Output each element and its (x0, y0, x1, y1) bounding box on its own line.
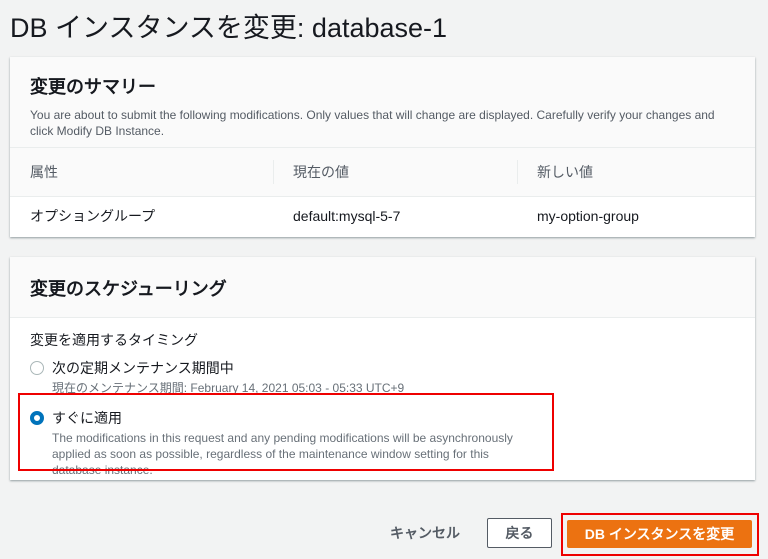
cell-new-value: my-option-group (537, 208, 639, 225)
back-button[interactable]: 戻る (487, 518, 552, 548)
column-current-value: 現在の値 (273, 148, 517, 197)
summary-panel: 変更のサマリー You are about to submit the foll… (10, 57, 755, 237)
option-next-maintenance[interactable]: 次の定期メンテナンス期間中 現在のメンテナンス期間: February 14, … (30, 356, 735, 398)
summary-header: 変更のサマリー You are about to submit the foll… (10, 57, 755, 148)
page-title: DB インスタンスを変更: database-1 (10, 13, 448, 43)
option-title: 次の定期メンテナンス期間中 (52, 360, 234, 376)
table-header-row: 属性 現在の値 新しい値 (10, 148, 755, 197)
timing-label: 変更を適用するタイミング (30, 332, 198, 348)
table-row: オプショングループ default:mysql-5-7 my-option-gr… (10, 196, 755, 236)
radio-next-maintenance[interactable] (30, 361, 44, 375)
summary-heading: 変更のサマリー (30, 77, 156, 97)
schedule-heading: 変更のスケジューリング (30, 279, 227, 299)
cell-attribute: オプショングループ (30, 208, 156, 225)
column-attribute: 属性 (10, 148, 273, 197)
summary-description: You are about to submit the following mo… (30, 108, 715, 138)
cancel-button[interactable]: キャンセル (380, 518, 470, 548)
summary-table: 属性 現在の値 新しい値 オプショングループ default:mysql-5-7… (10, 148, 755, 236)
cell-current-value: default:mysql-5-7 (293, 208, 401, 225)
schedule-header: 変更のスケジューリング (10, 257, 755, 318)
column-new-value: 新しい値 (517, 148, 755, 197)
highlight-box (18, 393, 554, 471)
highlight-box (561, 513, 759, 556)
